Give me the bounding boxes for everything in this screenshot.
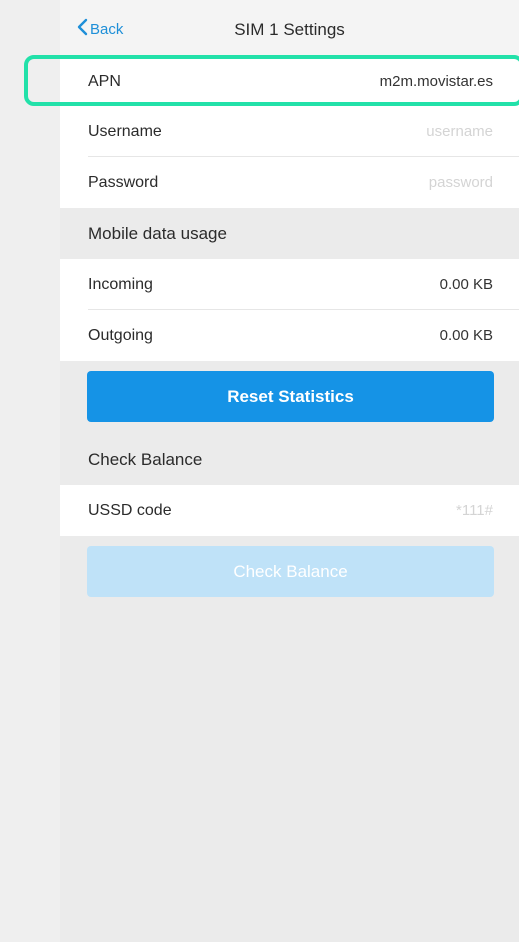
apn-row: APN bbox=[60, 56, 519, 107]
check-balance-button[interactable]: Check Balance bbox=[87, 546, 494, 597]
outgoing-value: 0.00 KB bbox=[439, 327, 493, 344]
ussd-row: USSD code bbox=[60, 485, 519, 536]
outgoing-label: Outgoing bbox=[88, 326, 153, 344]
outgoing-row: Outgoing 0.00 KB bbox=[60, 310, 519, 361]
mobile-data-usage-header: Mobile data usage bbox=[60, 208, 519, 260]
navigation-bar: Back SIM 1 Settings bbox=[60, 0, 519, 56]
incoming-label: Incoming bbox=[88, 275, 153, 293]
password-label: Password bbox=[88, 173, 159, 191]
username-label: Username bbox=[88, 122, 162, 140]
ussd-label: USSD code bbox=[88, 501, 172, 519]
username-row: Username bbox=[60, 106, 519, 157]
username-input[interactable] bbox=[263, 123, 493, 140]
reset-statistics-button[interactable]: Reset Statistics bbox=[87, 371, 494, 422]
check-balance-header: Check Balance bbox=[60, 434, 519, 486]
ussd-input[interactable] bbox=[263, 502, 493, 519]
incoming-value: 0.00 KB bbox=[439, 276, 493, 293]
incoming-row: Incoming 0.00 KB bbox=[60, 259, 519, 310]
password-input[interactable] bbox=[263, 174, 493, 191]
password-row: Password bbox=[60, 157, 519, 208]
page-title: SIM 1 Settings bbox=[234, 20, 345, 39]
apn-label: APN bbox=[88, 72, 121, 90]
apn-input[interactable] bbox=[263, 73, 493, 90]
